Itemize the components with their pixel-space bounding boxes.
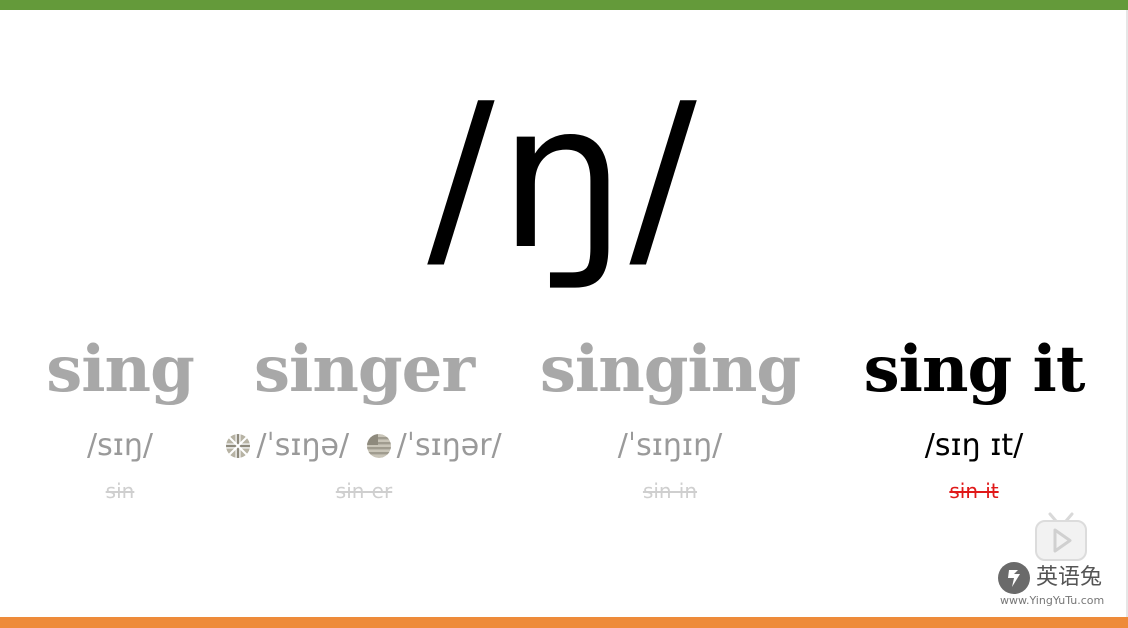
mispronunciation-hint: sin-in <box>642 479 698 503</box>
rabbit-logo-icon <box>998 562 1030 594</box>
bottom-accent-bar <box>0 617 1128 628</box>
ipa-uk: /ˈsɪŋə/ <box>256 428 350 463</box>
brand-url: www.YingYuTu.com <box>1000 594 1105 607</box>
brand-logo[interactable]: 英语兔 www.YingYuTu.com <box>998 560 1118 610</box>
word-card-singer: singer /ˈsɪŋə/ /ˈsɪŋər/ sin-er <box>202 330 526 504</box>
example-word: singer <box>253 332 475 407</box>
brand-name: 英语兔 <box>1036 565 1103 590</box>
bilibili-play-icon[interactable] <box>1034 512 1088 562</box>
word-card-sing: sing /sɪŋ/ sin <box>38 330 202 504</box>
example-word: sing it <box>863 332 1086 407</box>
example-word: sing <box>46 332 195 407</box>
mispronunciation-hint: sin <box>105 479 135 503</box>
ipa-transcription: /sɪŋ ɪt/ <box>924 428 1024 463</box>
word-card-sing-it: sing it /sɪŋ ɪt/ sin-it <box>842 330 1106 504</box>
example-word: singing <box>539 332 801 407</box>
mispronunciation-hint: sin-it <box>949 479 999 503</box>
ipa-transcription: /sɪŋ/ <box>86 428 153 463</box>
phoneme-symbol: /ŋ/ <box>427 61 701 294</box>
top-accent-bar <box>0 0 1128 10</box>
mispronunciation-hint: sin-er <box>335 479 393 503</box>
ipa-transcription: /ˈsɪŋə/ /ˈsɪŋər/ <box>202 426 526 466</box>
uk-flag-icon[interactable] <box>226 434 251 458</box>
ipa-us: /ˈsɪŋər/ <box>396 428 502 463</box>
us-flag-icon[interactable] <box>366 434 391 458</box>
ipa-transcription: /ˈsɪŋɪŋ/ <box>617 428 723 463</box>
word-card-singing: singing /ˈsɪŋɪŋ/ sin-in <box>526 330 814 504</box>
